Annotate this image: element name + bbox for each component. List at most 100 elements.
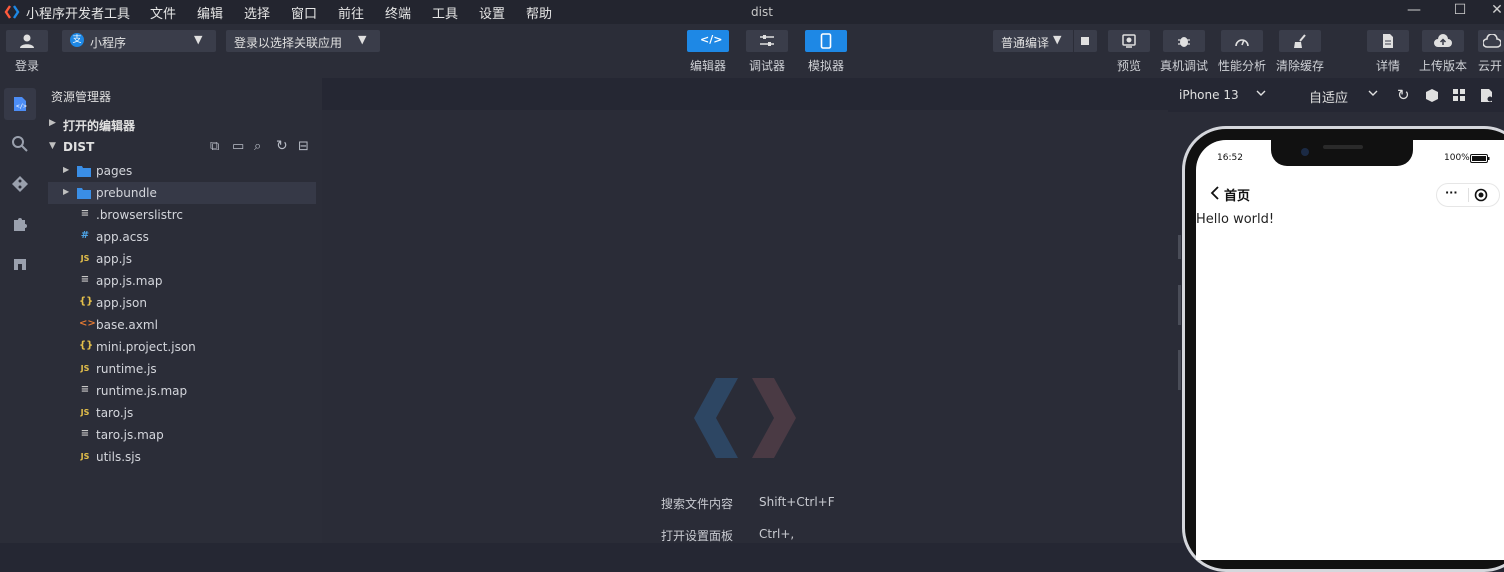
close-button[interactable]: ✕ (1485, 2, 1504, 22)
phone-notch (1271, 140, 1413, 166)
nav-title: 首页 (1224, 189, 1251, 204)
maximize-button[interactable]: ☐ (1448, 2, 1472, 22)
clear-cache-label: 清除缓存 (1275, 59, 1324, 73)
folder-icon (77, 166, 91, 177)
js-file-icon: JS (80, 254, 90, 263)
sliders-icon (760, 35, 774, 46)
chevron-down-icon: ▼ (358, 33, 367, 46)
tree-item-prebundle[interactable]: ▶ prebundle (48, 182, 316, 204)
text-file-icon: ≡ (80, 384, 90, 395)
preview-button[interactable] (1108, 30, 1150, 52)
simulator-toggle-button[interactable] (805, 30, 847, 52)
tree-item-utils-sjs[interactable]: JS utils.sjs (44, 446, 322, 468)
phone-side-button (1178, 285, 1181, 325)
clear-cache-button[interactable] (1279, 30, 1321, 52)
broom-icon (1294, 34, 1306, 48)
tree-item-app-json[interactable]: {} app.json (44, 292, 322, 314)
tree-item-taro-js-map[interactable]: ≡ taro.js.map (44, 424, 322, 446)
page-settings-icon[interactable] (1481, 89, 1493, 102)
text-file-icon: ≡ (80, 274, 90, 285)
menu-window[interactable]: 窗口 (291, 3, 317, 22)
tree-item-app-acss[interactable]: # app.acss (44, 226, 322, 248)
open-editors-section[interactable]: ▶ 打开的编辑器 (44, 114, 322, 136)
dist-section[interactable]: ▼ DIST ⧉ ▭ ⌕ ↻ ⊟ (44, 137, 322, 159)
gauge-icon (1235, 39, 1249, 47)
tree-item-label: mini.project.json (96, 340, 196, 354)
details-button[interactable] (1367, 30, 1409, 52)
chevron-down-icon[interactable] (1256, 90, 1266, 97)
compile-mode-select[interactable]: 普通编译 ▼ (993, 30, 1097, 52)
css-file-icon: # (80, 230, 90, 241)
tree-item-app-js[interactable]: JS app.js (44, 248, 322, 270)
tree-item-browserslistrc[interactable]: ≡ .browserslistrc (44, 204, 322, 226)
associate-app-select[interactable]: 登录以选择关联应用 ▼ (226, 30, 380, 52)
cloud-upload-icon (1434, 34, 1452, 47)
tree-item-label: taro.js (96, 406, 134, 420)
collapse-all-icon[interactable]: ⊟ (298, 139, 309, 154)
editor-toggle-button[interactable]: </> (687, 30, 729, 52)
editor-tab-bar (322, 78, 1168, 110)
page-content-text: Hello world! (1196, 212, 1275, 227)
minimize-button[interactable]: — (1402, 2, 1426, 22)
menu-edit[interactable]: 编辑 (197, 3, 223, 22)
menu-terminal[interactable]: 终端 (385, 3, 411, 22)
store-icon[interactable] (12, 256, 28, 272)
find-file-icon[interactable]: ⌕ (254, 139, 261, 154)
camera-icon (1301, 148, 1309, 156)
cloud-label: 云开 (1478, 59, 1503, 73)
cloud-button[interactable] (1478, 30, 1504, 52)
new-folder-icon[interactable]: ▭ (232, 139, 244, 154)
new-file-icon[interactable]: ⧉ (210, 139, 219, 154)
menu-select[interactable]: 选择 (244, 3, 270, 22)
editor-label: 编辑器 (689, 59, 726, 73)
tree-item-mini-project-json[interactable]: {} mini.project.json (44, 336, 322, 358)
associate-app-value: 登录以选择关联应用 (234, 36, 343, 50)
editor-watermark-logo (694, 378, 796, 458)
tree-item-label: app.js.map (96, 274, 163, 288)
tree-item-label: prebundle (96, 186, 157, 200)
speaker-grille (1323, 145, 1363, 149)
explorer-activity[interactable]: </> (4, 88, 36, 120)
device-select[interactable]: iPhone 13 (1179, 88, 1239, 102)
text-file-icon: ≡ (80, 428, 90, 439)
login-button[interactable] (6, 30, 48, 52)
svg-text:</>: </> (16, 103, 27, 110)
grid-icon[interactable] (1453, 89, 1465, 101)
menu-file[interactable]: 文件 (150, 3, 176, 22)
tree-item-base-axml[interactable]: <> base.axml (44, 314, 322, 336)
upload-button[interactable] (1422, 30, 1464, 52)
tree-item-taro-js[interactable]: JS taro.js (44, 402, 322, 424)
source-control-icon[interactable] (11, 175, 29, 193)
cube-icon[interactable] (1426, 89, 1438, 102)
tree-item-runtime-js[interactable]: JS runtime.js (44, 358, 322, 380)
real-device-debug-button[interactable] (1163, 30, 1205, 52)
title-bar: 小程序开发者工具 文件 编辑 选择 窗口 前往 终端 工具 设置 帮助 dist… (0, 0, 1504, 24)
dist-label: DIST (63, 140, 95, 154)
menu-settings[interactable]: 设置 (479, 3, 505, 22)
chevron-down-icon[interactable]: ▼ (1053, 33, 1061, 46)
stop-icon[interactable] (1081, 37, 1089, 45)
open-editors-label: 打开的编辑器 (63, 119, 136, 133)
performance-button[interactable] (1221, 30, 1263, 52)
zoom-select[interactable]: 自适应 (1309, 87, 1348, 106)
extensions-icon[interactable] (11, 215, 29, 233)
tree-item-runtime-js-map[interactable]: ≡ runtime.js.map (44, 380, 322, 402)
menu-help[interactable]: 帮助 (526, 3, 552, 22)
back-arrow-icon[interactable] (1210, 186, 1220, 200)
bug-icon (1178, 37, 1190, 47)
reload-icon[interactable]: ↻ (1397, 86, 1410, 104)
preview-icon (1122, 34, 1136, 48)
tree-item-pages[interactable]: ▶ pages (44, 160, 322, 182)
menu-tools[interactable]: 工具 (432, 3, 458, 22)
project-type-select[interactable]: 支 小程序 ▼ (62, 30, 216, 52)
refresh-icon[interactable]: ↻ (276, 138, 288, 154)
debugger-toggle-button[interactable] (746, 30, 788, 52)
more-menu-button[interactable]: ··· (1445, 186, 1458, 199)
search-icon[interactable] (11, 135, 29, 153)
menu-go[interactable]: 前往 (338, 3, 364, 22)
tree-item-app-js-map[interactable]: ≡ app.js.map (44, 270, 322, 292)
close-target-icon[interactable] (1474, 188, 1488, 202)
chevron-right-icon: ▶ (63, 187, 70, 196)
tree-item-label: app.acss (96, 230, 149, 244)
chevron-down-icon[interactable] (1368, 90, 1378, 97)
